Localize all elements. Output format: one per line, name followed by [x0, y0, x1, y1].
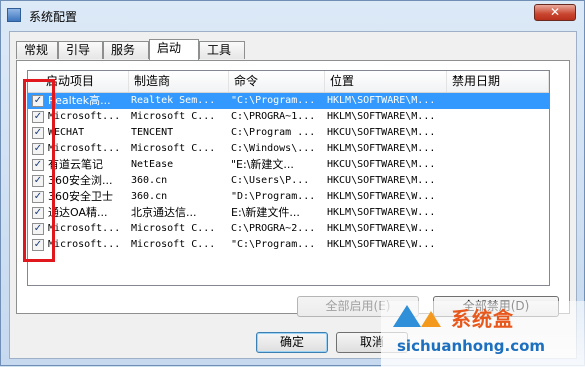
enable-checkbox[interactable]: ✓: [32, 143, 44, 155]
tab-tools[interactable]: 工具: [199, 41, 245, 59]
command-cell: C:\Program ...: [231, 127, 316, 138]
table-row[interactable]: ✓ 有道云笔记 NetEase "E:\新建文... HKCU\SOFTWARE\M..…: [28, 157, 549, 173]
command-cell: C:\Users\P...: [231, 175, 310, 186]
location-cell: HKLM\SOFTWARE\W...: [327, 191, 436, 202]
table-row[interactable]: ✓ WECHAT TENCENT C:\Program ... HKCU\SOFTWAR…: [28, 125, 549, 141]
disabled-date-cell: [449, 237, 549, 253]
watermark-url: sichuanhong.com: [397, 337, 546, 355]
close-button[interactable]: ✕: [534, 4, 576, 21]
maker-cell: Microsoft C...: [131, 239, 216, 250]
ok-button[interactable]: 确定: [256, 332, 328, 353]
table-row[interactable]: ✓ Microsoft... Microsoft C... C:\Windows\..…: [28, 141, 549, 157]
command-cell: C:\Windows\...: [231, 143, 316, 154]
startup-item-cell: 360安全浏...: [48, 174, 113, 187]
enable-checkbox[interactable]: ✓: [32, 111, 44, 123]
maker-cell: Microsoft C...: [131, 143, 216, 154]
command-cell: "C:\Program...: [231, 239, 316, 250]
column-header-command[interactable]: 命令: [229, 71, 325, 92]
maker-cell: Microsoft C...: [131, 223, 216, 234]
disabled-date-cell: [449, 157, 549, 173]
disabled-date-cell: [449, 205, 549, 221]
tab-boot[interactable]: 引导: [58, 41, 103, 59]
watermark-title: 系统盒: [451, 307, 514, 331]
table-row[interactable]: ✓ 通达OA精... 北京通达信... E:\新建文件... HKLM\SOFTWARE…: [28, 205, 549, 221]
location-cell: HKCU\SOFTWARE\M...: [327, 127, 436, 138]
startup-list[interactable]: 启动项目 制造商 命令 位置 禁用日期 ✓ Realtek高... Realtek …: [27, 70, 550, 286]
column-header-disabled-date[interactable]: 禁用日期: [447, 71, 549, 92]
app-icon: [7, 8, 21, 22]
enable-checkbox[interactable]: ✓: [32, 95, 44, 107]
column-header-maker[interactable]: 制造商: [129, 71, 229, 92]
enable-checkbox[interactable]: ✓: [32, 127, 44, 139]
maker-cell: NetEase: [131, 159, 174, 170]
list-header: 启动项目 制造商 命令 位置 禁用日期: [28, 71, 549, 93]
location-cell: HKLM\SOFTWARE\M...: [327, 111, 436, 122]
command-cell: "E:\新建文...: [231, 158, 294, 171]
tab-general[interactable]: 常规: [16, 41, 58, 59]
location-cell: HKCU\SOFTWARE\M...: [327, 175, 436, 186]
startup-item-cell: 通达OA精...: [48, 206, 108, 219]
table-row[interactable]: ✓ Realtek高... Realtek Sem... "C:\Program...…: [28, 93, 549, 109]
enable-checkbox[interactable]: ✓: [32, 159, 44, 171]
table-row[interactable]: ✓ 360安全卫士 360.cn "D:\Program... HKLM\SOFTWAR…: [28, 189, 549, 205]
column-header-item[interactable]: 启动项目: [28, 71, 129, 92]
enable-checkbox[interactable]: ✓: [32, 175, 44, 187]
startup-item-cell: 有道云笔记: [48, 158, 103, 171]
watermark-logo-icon: [393, 305, 421, 327]
disabled-date-cell: [449, 189, 549, 205]
maker-cell: 北京通达信...: [131, 206, 197, 219]
table-row[interactable]: ✓ Microsoft... Microsoft C... C:\PROGRA~2..…: [28, 221, 549, 237]
column-header-location[interactable]: 位置: [325, 71, 447, 92]
location-cell: HKLM\SOFTWARE\W...: [327, 223, 436, 234]
maker-cell: 360.cn: [131, 191, 168, 202]
tab-services[interactable]: 服务: [103, 41, 149, 59]
table-row[interactable]: ✓ Microsoft... Microsoft C... C:\PROGRA~1..…: [28, 109, 549, 125]
command-cell: "D:\Program...: [231, 191, 316, 202]
tab-startup[interactable]: 启动: [149, 39, 199, 60]
disabled-date-cell: [449, 173, 549, 189]
watermark-logo-accent-icon: [421, 311, 441, 327]
location-cell: HKLM\SOFTWARE\M...: [327, 143, 436, 154]
disabled-date-cell: [449, 125, 549, 141]
title-bar[interactable]: 系统配置 ✕: [1, 1, 584, 29]
startup-item-cell: Microsoft...: [48, 111, 121, 122]
enable-checkbox[interactable]: ✓: [32, 223, 44, 235]
maker-cell: 360.cn: [131, 175, 168, 186]
enable-checkbox[interactable]: ✓: [32, 207, 44, 219]
maker-cell: Realtek Sem...: [131, 95, 216, 106]
maker-cell: TENCENT: [131, 127, 174, 138]
startup-item-cell: 360安全卫士: [48, 190, 113, 203]
startup-item-cell: WECHAT: [48, 127, 85, 138]
disabled-date-cell: [449, 221, 549, 237]
startup-item-cell: Microsoft...: [48, 143, 121, 154]
location-cell: HKLM\SOFTWARE\M...: [327, 95, 436, 106]
command-cell: C:\PROGRA~1...: [231, 111, 316, 122]
disabled-date-cell: [449, 141, 549, 157]
command-cell: C:\PROGRA~2...: [231, 223, 316, 234]
disabled-date-cell: [449, 109, 549, 125]
enable-checkbox[interactable]: ✓: [32, 191, 44, 203]
startup-panel: 启动项目 制造商 命令 位置 禁用日期 ✓ Realtek高... Realtek …: [16, 60, 570, 314]
enable-checkbox[interactable]: ✓: [32, 239, 44, 251]
disabled-date-cell: [449, 93, 549, 109]
startup-item-cell: Microsoft...: [48, 223, 121, 234]
command-cell: E:\新建文件...: [231, 206, 300, 219]
system-config-window: 系统配置 ✕ 常规 引导 服务 启动 工具 启动项目 制造商 命令 位置 禁用日…: [0, 0, 585, 367]
table-row[interactable]: ✓ 360安全浏... 360.cn C:\Users\P... HKCU\SOFTWA…: [28, 173, 549, 189]
table-row[interactable]: ✓ Microsoft... Microsoft C... "C:\Program..…: [28, 237, 549, 253]
location-cell: HKLM\SOFTWARE\W...: [327, 207, 436, 218]
location-cell: HKCU\SOFTWARE\M...: [327, 159, 436, 170]
location-cell: HKLM\SOFTWARE\W...: [327, 239, 436, 250]
startup-item-cell: Microsoft...: [48, 239, 121, 250]
startup-item-cell: Realtek高...: [48, 94, 111, 107]
maker-cell: Microsoft C...: [131, 111, 216, 122]
command-cell: "C:\Program...: [231, 95, 316, 106]
window-title: 系统配置: [29, 10, 78, 24]
